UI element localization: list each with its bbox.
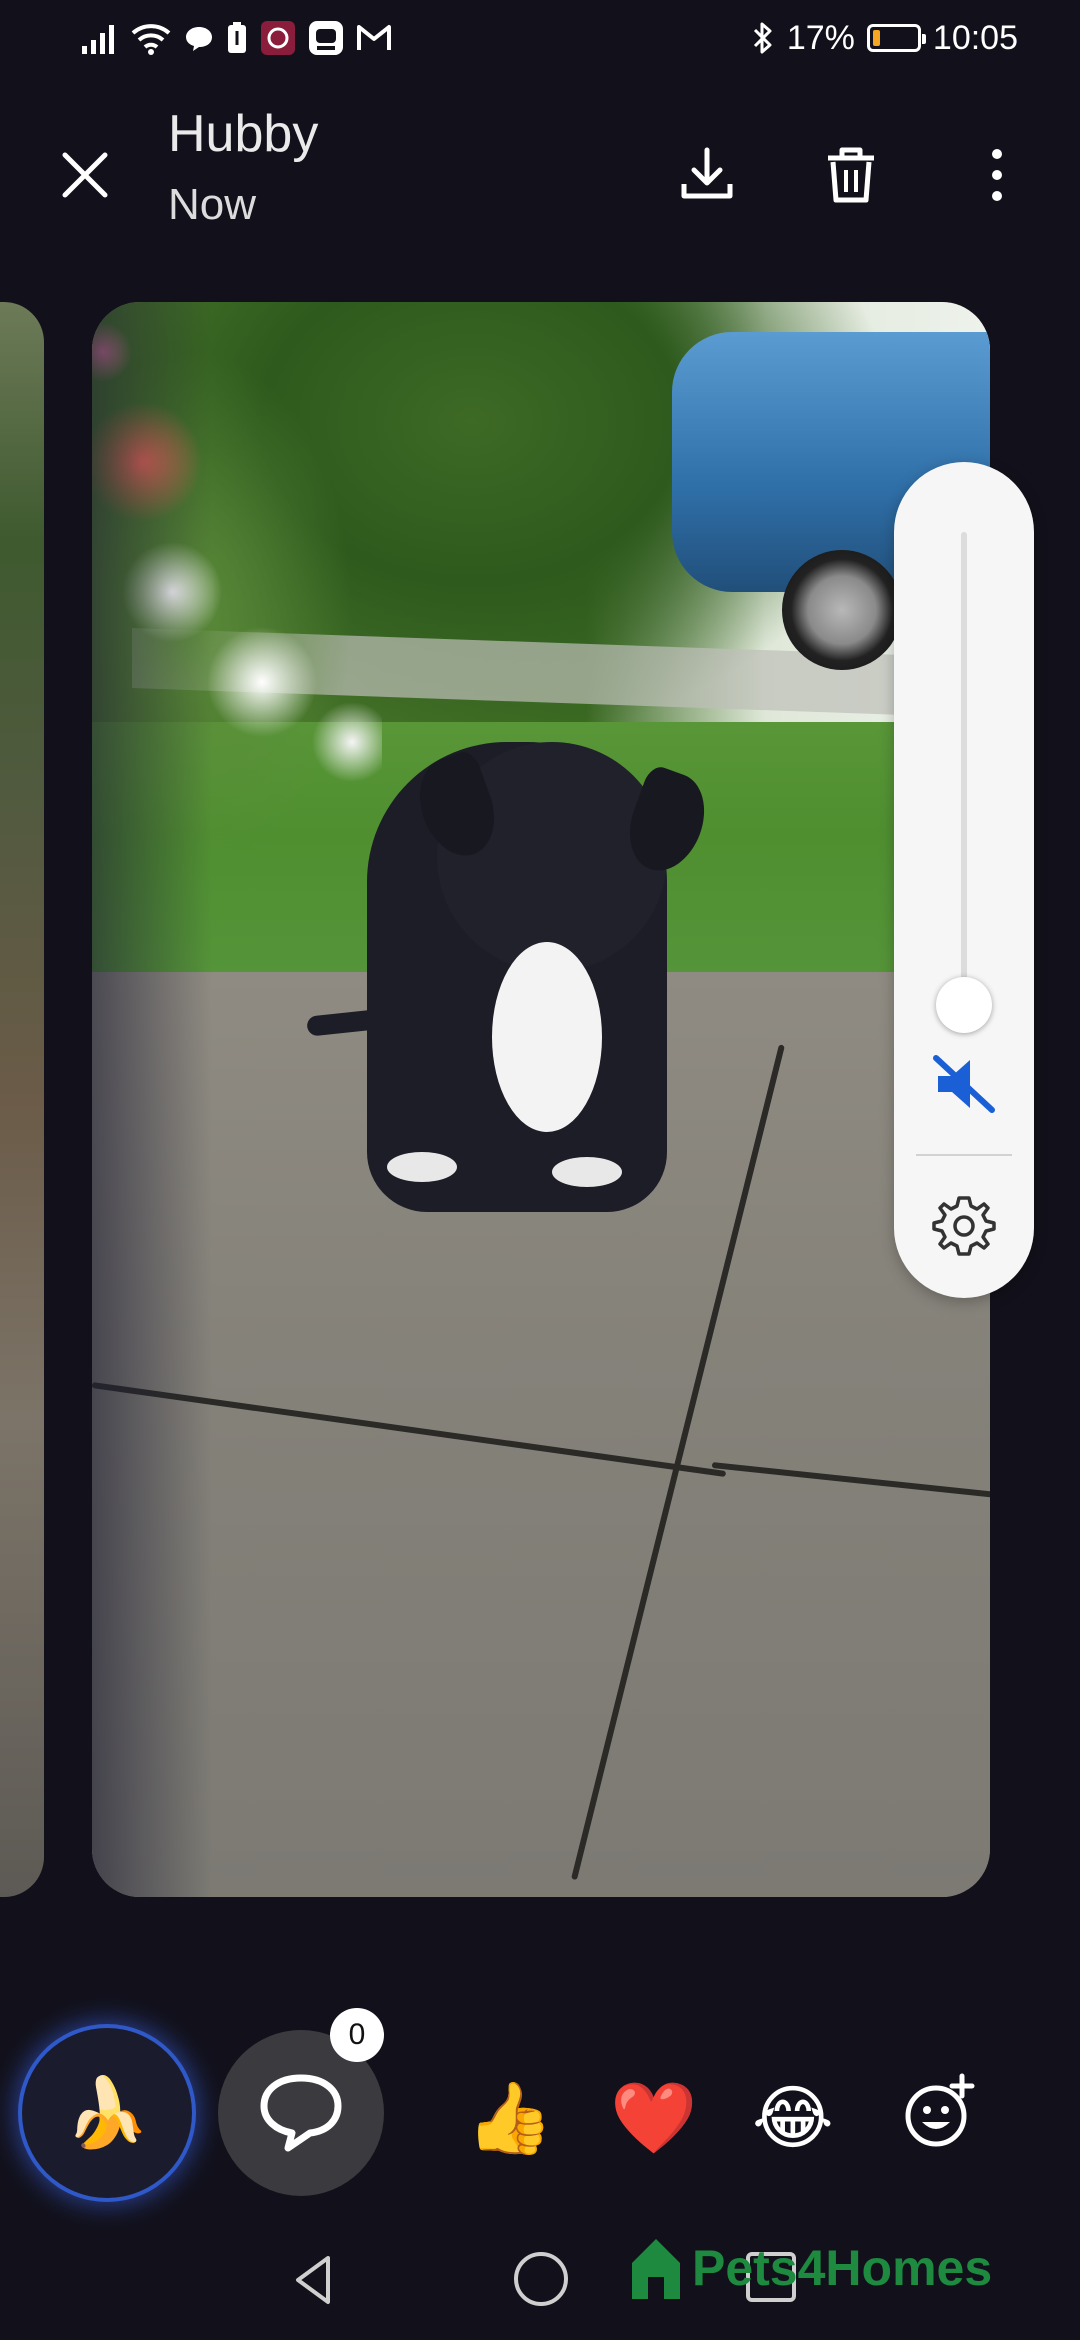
puppy-paw <box>387 1152 457 1182</box>
plus-app-icon <box>309 21 343 55</box>
volume-divider <box>916 1154 1012 1156</box>
battery-percent: 17% <box>786 18 855 57</box>
wifi-icon <box>131 24 171 55</box>
battery-icon <box>866 24 926 52</box>
reaction-bar: 🍌 0 👍 ❤️ 😂 <box>0 2008 1080 2198</box>
banana-emoji: 🍌 <box>64 2075 150 2151</box>
status-bar: 17% 10:05 <box>0 0 1080 80</box>
volume-muted-icon[interactable] <box>928 1048 1000 1120</box>
heart-reaction[interactable]: ❤️ <box>610 2078 697 2158</box>
volume-panel <box>894 462 1034 1298</box>
volume-slider-track[interactable] <box>961 532 967 1002</box>
puppy-paw <box>552 1157 622 1187</box>
thumbs-up-reaction[interactable]: 👍 <box>466 2078 553 2158</box>
settings-gear-icon[interactable] <box>930 1192 998 1260</box>
photo-vignette <box>92 302 212 1897</box>
house-logo-icon <box>632 2239 680 2299</box>
comment-count-badge: 0 <box>330 2008 384 2062</box>
pets4homes-watermark: Pets4Homes <box>628 2228 992 2308</box>
bluetooth-icon <box>753 22 772 54</box>
battery-fill <box>872 30 880 46</box>
selected-reaction-button[interactable]: 🍌 <box>22 2028 192 2198</box>
status-right-icons: 17% 10:05 <box>751 16 1018 60</box>
chat-bubble-icon <box>186 27 212 51</box>
download-icon[interactable] <box>672 140 742 210</box>
watermark-text: Pets4Homes <box>692 2240 993 2296</box>
battery-saver-icon <box>228 22 246 53</box>
photo-van-wheel <box>782 550 902 670</box>
volume-slider-knob[interactable] <box>936 977 992 1033</box>
delete-icon[interactable] <box>816 140 886 210</box>
previous-photo[interactable] <box>0 302 44 1897</box>
viewer-header: Hubby Now <box>0 90 1080 250</box>
app-icon <box>261 21 295 55</box>
home-icon[interactable] <box>514 2252 568 2306</box>
more-vert-icon[interactable] <box>962 140 1032 210</box>
signal-icon <box>82 25 114 54</box>
back-icon[interactable] <box>284 2250 344 2310</box>
add-reaction-icon[interactable] <box>900 2072 980 2152</box>
status-left-icons <box>80 16 392 60</box>
timestamp: Now <box>168 180 257 229</box>
sender-name: Hubby <box>168 105 319 163</box>
laughing-reaction[interactable]: 😂 <box>752 2078 834 2158</box>
status-time: 10:05 <box>932 18 1018 57</box>
puppy-chest <box>492 942 602 1132</box>
shared-photo[interactable] <box>92 302 990 1897</box>
gmail-icon <box>357 25 391 50</box>
close-icon[interactable] <box>50 140 120 210</box>
